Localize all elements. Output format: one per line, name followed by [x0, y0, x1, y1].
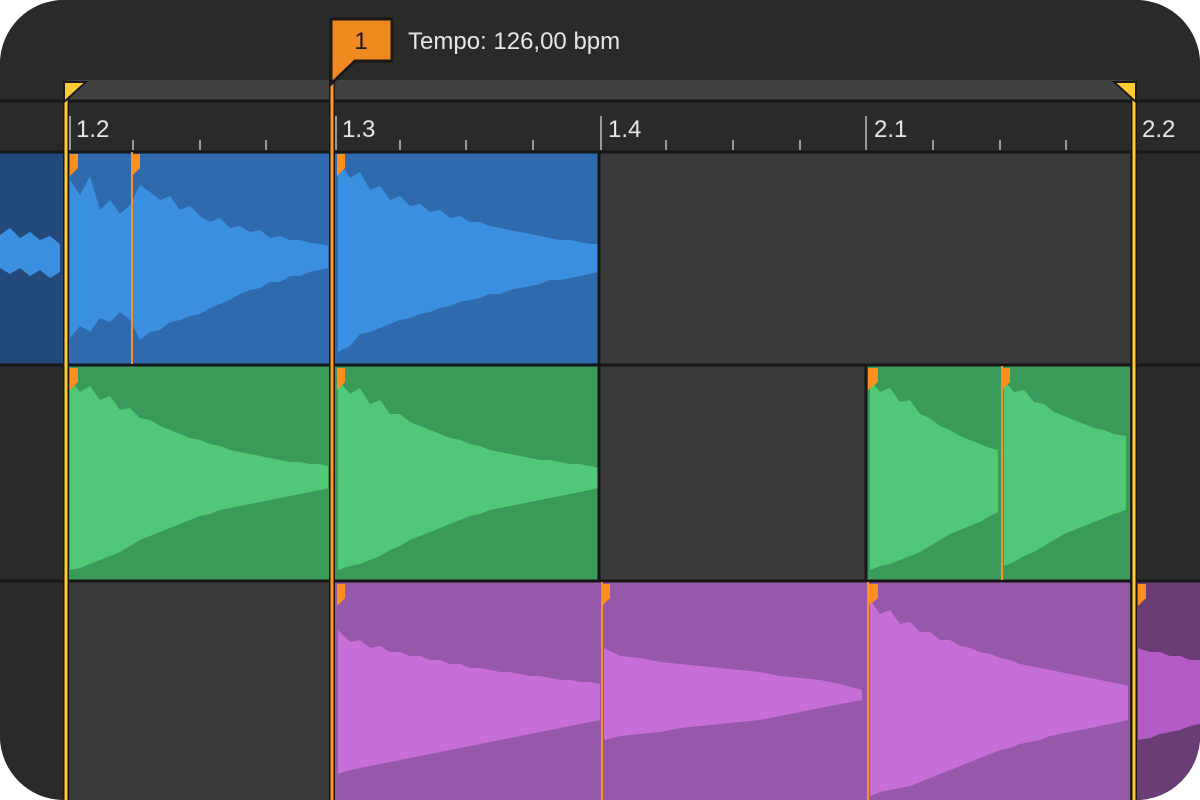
- ruler-label-1-3: 1.3: [342, 116, 375, 143]
- empty-region[interactable]: [600, 152, 1130, 364]
- locator-number: 1: [354, 28, 367, 55]
- ruler-label-2-1: 2.1: [874, 116, 907, 143]
- tempo-label: Tempo: 126,00 bpm: [408, 28, 620, 55]
- empty-region[interactable]: [600, 366, 866, 580]
- loop-bar[interactable]: [66, 80, 1134, 100]
- empty-region[interactable]: [68, 582, 332, 800]
- ruler-label-1-2: 1.2: [76, 116, 109, 143]
- arrangement-canvas: 1.2 1.3 1.4 2.1 2.2 1 Tempo: 126,00 bpm: [0, 0, 1200, 800]
- ruler-label-1-4: 1.4: [608, 116, 641, 143]
- arrangement-view: 1.2 1.3 1.4 2.1 2.2 1 Tempo: 126,00 bpm: [0, 0, 1200, 800]
- ruler-label-2-2: 2.2: [1142, 116, 1175, 143]
